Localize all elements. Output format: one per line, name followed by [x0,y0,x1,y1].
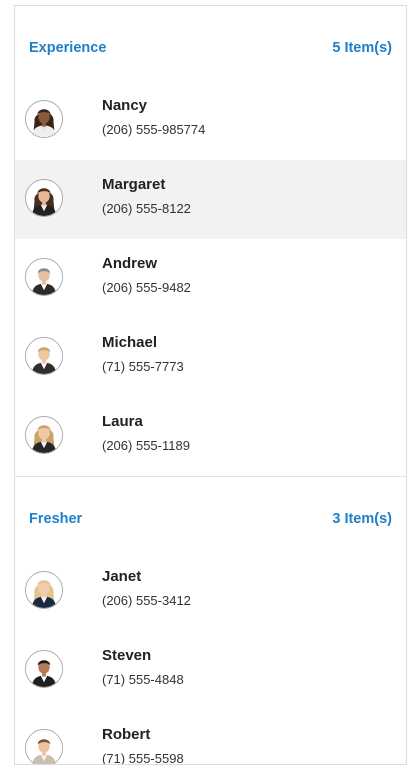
contact-name: Nancy [102,97,148,114]
female-contact-avatar [25,99,63,138]
contact-text: Janet (206) 555-3412 [102,568,191,609]
contact-phone: (71) 555-7773 [102,359,184,374]
contact-list-item[interactable]: Michael (71) 555-7773 [15,318,406,397]
contact-phone: (206) 555-985774 [102,122,206,137]
contact-name: Steven [102,647,152,664]
contact-name: Michael [102,334,158,351]
male-contact-avatar [25,257,63,296]
grouped-contact-listview[interactable]: Experience 5 Item(s) Nancy (206) 555-98577… [14,5,407,765]
contact-text: Nancy (206) 555-985774 [102,97,205,138]
group-title: Fresher [29,510,83,527]
contact-phone: (206) 555-3412 [102,593,191,608]
female-contact-avatar [25,178,63,217]
contact-phone: (206) 555-1189 [102,438,190,453]
contact-phone: (206) 555-9482 [102,280,191,295]
contact-list-item[interactable]: Steven (71) 555-4848 [15,631,406,710]
contact-phone: (71) 555-5598 [102,751,184,765]
contact-phone: (71) 555-4848 [102,672,184,687]
contact-name: Margaret [102,176,166,193]
contact-phone: (206) 555-8122 [102,201,191,216]
contact-text: Robert (71) 555-5598 [102,726,184,765]
contact-text: Michael (71) 555-7773 [102,334,184,375]
contact-name: Robert [102,726,151,743]
contact-text: Margaret (206) 555-8122 [102,176,191,217]
group-item-count: 3 Item(s) [332,510,392,527]
contact-text: Steven (71) 555-4848 [102,647,184,688]
contact-text: Andrew (206) 555-9482 [102,255,191,296]
male-contact-avatar [25,649,63,688]
female-contact-avatar [25,570,63,609]
male-contact-avatar [25,728,63,764]
female-contact-avatar [25,415,63,454]
group-item-count: 5 Item(s) [332,39,392,56]
contact-text: Laura (206) 555-1189 [102,413,190,454]
contact-list-item[interactable]: Robert (71) 555-5598 [15,710,406,765]
contact-name: Laura [102,413,143,430]
contact-list-item[interactable]: Laura (206) 555-1189 [15,397,406,476]
contact-list-item[interactable]: Janet (206) 555-3412 [15,552,406,631]
group-header-fresher[interactable]: Fresher 3 Item(s) [15,477,406,552]
group-title: Experience [29,39,107,56]
contact-name: Janet [102,568,142,585]
male-contact-avatar [25,336,63,375]
contact-list-item[interactable]: Nancy (206) 555-985774 [15,81,406,160]
group-header-experience[interactable]: Experience 5 Item(s) [15,6,406,81]
contact-list-item[interactable]: Margaret (206) 555-8122 [15,160,406,239]
contact-name: Andrew [102,255,158,272]
contact-list-item[interactable]: Andrew (206) 555-9482 [15,239,406,318]
